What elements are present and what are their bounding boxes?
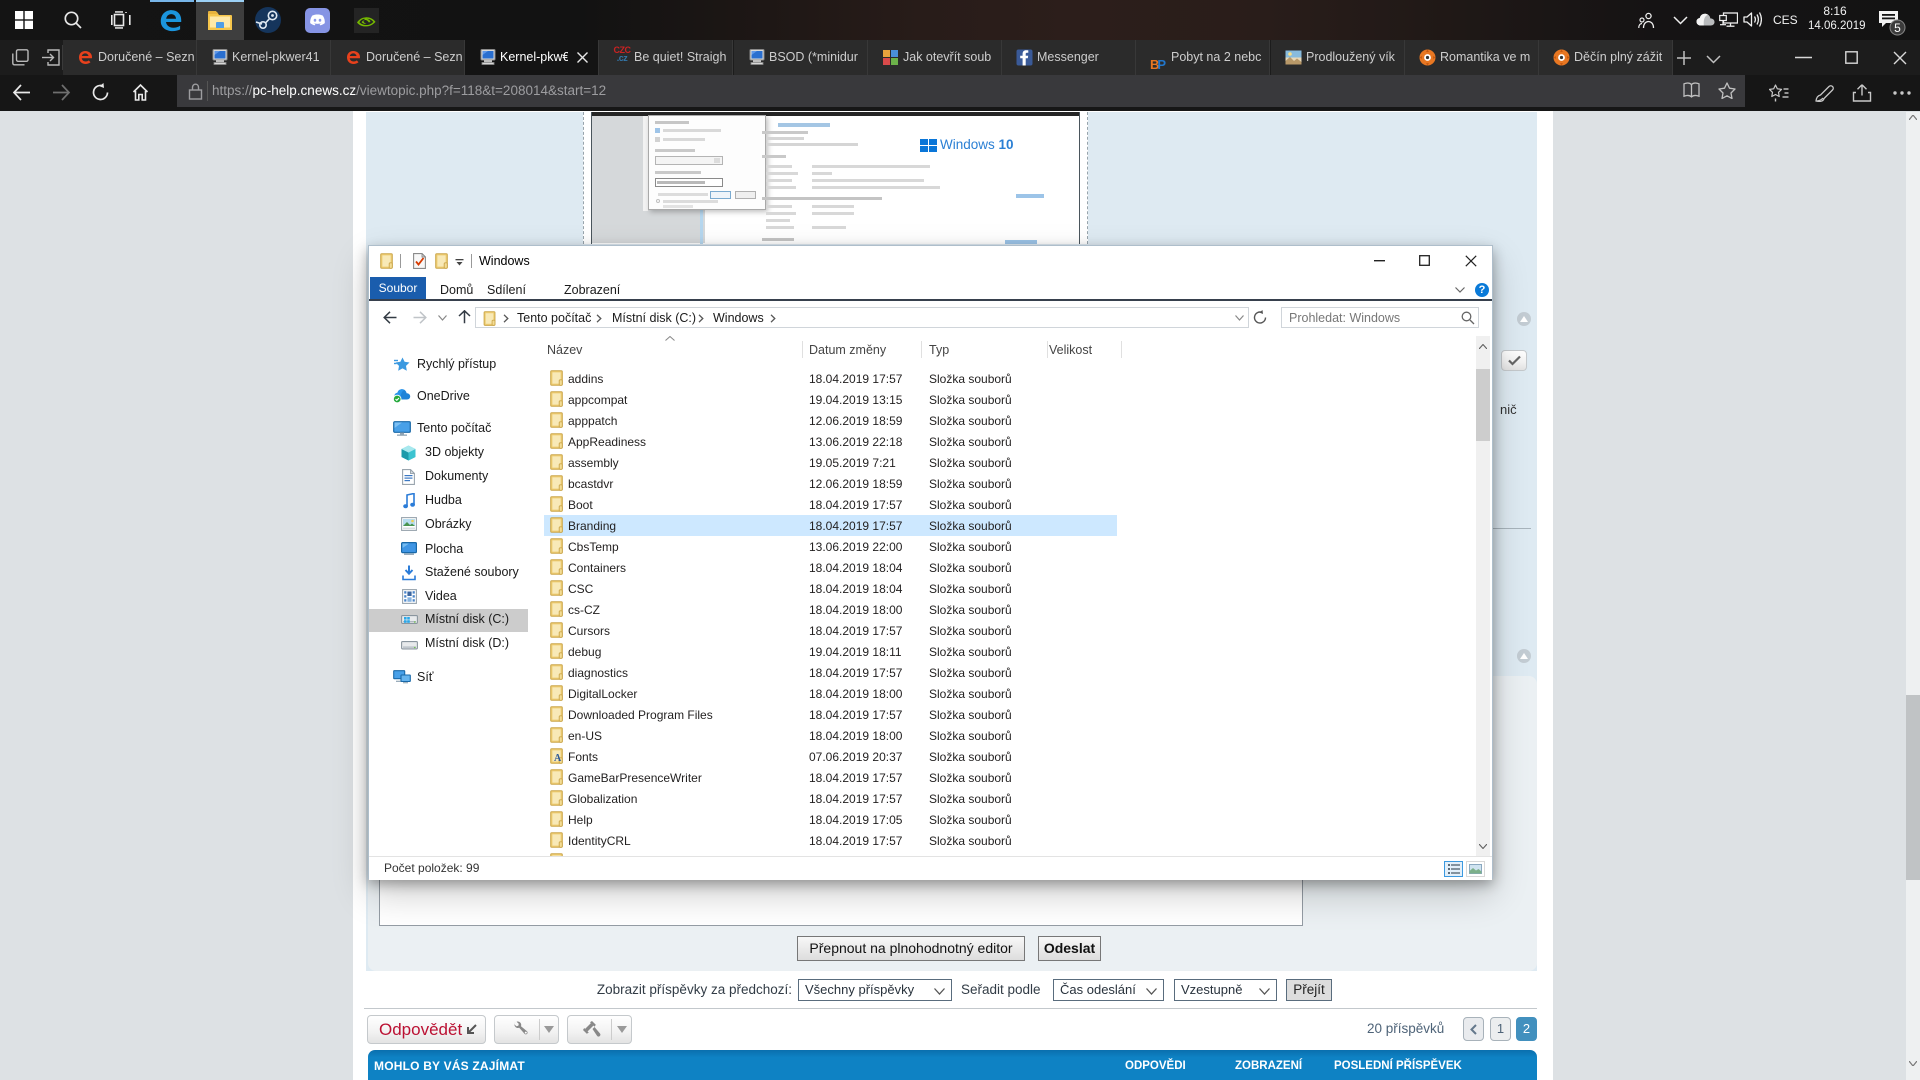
svg-text:A: A [554, 753, 562, 764]
svg-text:5: 5 [1894, 21, 1901, 35]
